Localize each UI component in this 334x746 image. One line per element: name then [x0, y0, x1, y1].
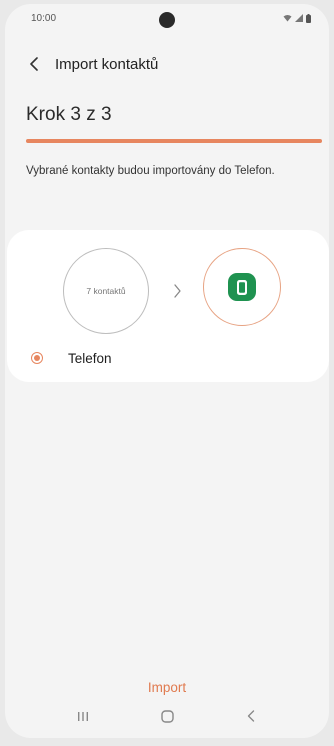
- step-progress-fill: [26, 139, 322, 143]
- navigation-bar: [5, 694, 329, 738]
- source-contacts-label: 7 kontaktů: [86, 286, 126, 296]
- chevron-left-icon: [30, 57, 38, 71]
- step-progress-bar: [26, 139, 322, 143]
- signal-icon: [295, 14, 303, 22]
- radio-selected-dot: [34, 355, 40, 361]
- status-icons: [283, 13, 311, 23]
- import-button[interactable]: Import: [5, 680, 329, 695]
- status-time: 10:00: [31, 12, 57, 24]
- nav-back-button[interactable]: [236, 701, 266, 731]
- page-title: Import kontaktů: [55, 55, 159, 73]
- phone-screen: 10:00 Import kontaktů Krok 3 z 3 Vybrané…: [5, 4, 329, 738]
- import-card: 7 kontaktů Telefon: [7, 230, 329, 382]
- phone-icon: [228, 273, 256, 301]
- destination-circle: [203, 248, 281, 326]
- app-bar: Import kontaktů: [5, 44, 329, 84]
- description-text: Vybrané kontakty budou importovány do Te…: [26, 165, 275, 177]
- destination-option-label: Telefon: [68, 350, 112, 366]
- destination-option-telefon[interactable]: Telefon: [7, 338, 329, 378]
- radio-button[interactable]: [31, 352, 43, 364]
- recents-icon: [78, 711, 88, 721]
- home-icon: [160, 709, 174, 723]
- source-contacts-circle: 7 kontaktů: [63, 248, 149, 334]
- camera-cutout: [159, 12, 175, 28]
- wifi-icon: [283, 15, 292, 22]
- back-button[interactable]: [23, 53, 45, 75]
- battery-icon: [306, 13, 311, 23]
- back-icon: [247, 710, 255, 722]
- step-label: Krok 3 z 3: [26, 104, 112, 125]
- home-button[interactable]: [152, 701, 182, 731]
- recents-button[interactable]: [68, 701, 98, 731]
- chevron-right-icon: [167, 280, 187, 302]
